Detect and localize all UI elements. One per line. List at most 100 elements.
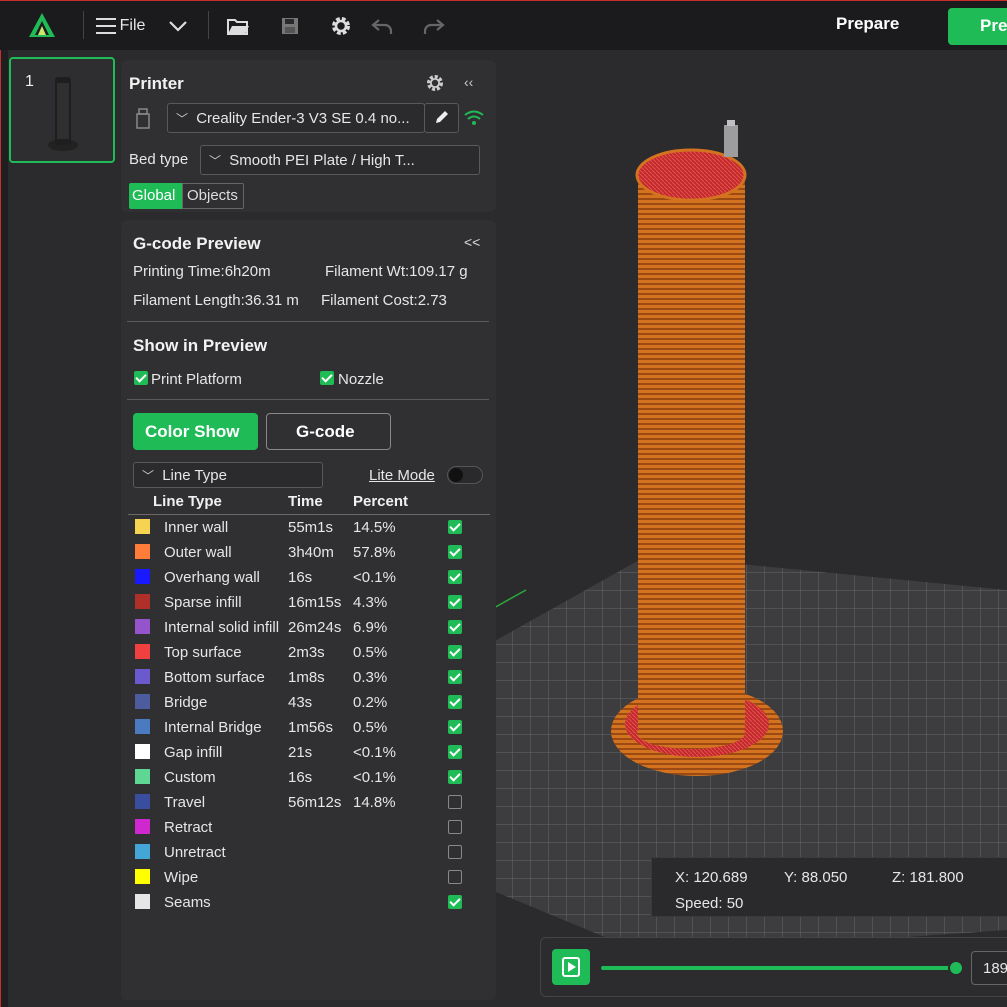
tab-global[interactable]: Global — [129, 183, 182, 209]
line-type-name: Sparse infill — [164, 594, 242, 611]
line-type-percent: 14.5% — [353, 519, 396, 536]
line-type-visible-checkbox[interactable] — [448, 620, 462, 634]
line-type-visible-checkbox[interactable] — [448, 845, 462, 859]
line-type-visible-checkbox[interactable] — [448, 720, 462, 734]
gear-icon — [332, 17, 350, 35]
dropdown-button[interactable] — [163, 11, 193, 41]
color-swatch — [135, 819, 150, 834]
color-swatch — [135, 769, 150, 784]
tab-objects[interactable]: Objects — [182, 183, 244, 209]
column-percent: Percent — [353, 493, 409, 510]
preview-tab[interactable]: Preview — [948, 8, 1007, 45]
line-type-name: Travel — [164, 794, 206, 811]
line-type-visible-checkbox[interactable] — [448, 670, 462, 684]
layer-slider-track[interactable] — [601, 966, 957, 970]
table-row: Custom 16s <0.1% — [128, 765, 490, 790]
color-swatch — [135, 519, 150, 534]
collapse-gcode-icon[interactable]: << — [464, 234, 480, 250]
color-swatch — [135, 794, 150, 809]
line-type-name: Inner wall — [164, 519, 229, 536]
filament-weight: Filament Wt:109.17 g — [325, 263, 468, 280]
settings-button[interactable] — [326, 11, 356, 41]
view-type-select[interactable]: ﹀ Line Type — [133, 462, 323, 488]
nozzle-checkbox[interactable] — [320, 371, 334, 385]
print-platform-label: Print Platform — [151, 371, 242, 388]
line-type-name: Bridge — [164, 694, 208, 711]
left-edge-strip — [0, 50, 8, 1007]
bed-type-select[interactable]: ﹀ Smooth PEI Plate / High T... — [200, 145, 480, 175]
nozzle-tip — [727, 120, 735, 126]
gcode-view-button[interactable]: G-code — [266, 413, 391, 450]
line-type-visible-checkbox[interactable] — [448, 570, 462, 584]
table-row: Seams — [128, 890, 490, 915]
plate-number: 1 — [25, 73, 34, 90]
line-type-visible-checkbox[interactable] — [448, 795, 462, 809]
save-button[interactable] — [276, 11, 304, 41]
table-row: Unretract — [128, 840, 490, 865]
line-type-percent: 0.5% — [353, 644, 388, 661]
table-row: Top surface 2m3s 0.5% — [128, 640, 490, 665]
layer-number-input[interactable]: 189 — [971, 951, 1007, 985]
play-button[interactable] — [552, 949, 590, 985]
plate-preview-icon — [48, 77, 78, 151]
line-type-name: Internal Bridge — [164, 719, 262, 736]
line-type-visible-checkbox[interactable] — [448, 545, 462, 559]
line-type-visible-checkbox[interactable] — [448, 895, 462, 909]
line-type-visible-checkbox[interactable] — [448, 645, 462, 659]
table-row: Bridge 43s 0.2% — [128, 690, 490, 715]
line-type-visible-checkbox[interactable] — [448, 595, 462, 609]
line-type-visible-checkbox[interactable] — [448, 695, 462, 709]
divider — [127, 321, 489, 322]
line-type-time: 55m1s — [288, 519, 334, 536]
file-menu-label: File — [119, 17, 146, 34]
hamburger-icon — [95, 18, 116, 34]
line-type-time: 16m15s — [288, 594, 342, 611]
prepare-tab[interactable]: Prepare — [836, 14, 899, 34]
line-type-visible-checkbox[interactable] — [448, 745, 462, 759]
line-type-rows: Inner wall 55m1s 14.5% Outer wall 3h40m 57.8%… — [128, 515, 490, 915]
chevron-down-icon: ﹀ — [142, 469, 155, 483]
collapse-printer-icon[interactable]: ‹‹ — [464, 74, 473, 90]
print-platform-checkbox[interactable] — [134, 371, 148, 385]
view-type-value: Line Type — [162, 467, 227, 484]
line-type-time: 26m24s — [288, 619, 342, 636]
edit-printer-button[interactable] — [424, 103, 459, 133]
open-project-button[interactable] — [224, 11, 252, 41]
printer-device-icon — [136, 108, 150, 129]
undo-button[interactable] — [368, 11, 396, 41]
model-tower — [638, 175, 745, 735]
model-top-surface — [635, 148, 747, 202]
color-swatch — [135, 569, 150, 584]
printer-settings-icon[interactable] — [424, 72, 446, 94]
z-coordinate: Z: 181.800 — [892, 869, 964, 886]
color-swatch — [135, 719, 150, 734]
line-type-name: Gap infill — [164, 744, 223, 761]
printer-select[interactable]: ﹀ Creality Ender-3 V3 SE 0.4 no... — [167, 103, 425, 133]
bed-type-value: Smooth PEI Plate / High T... — [229, 152, 415, 169]
line-type-visible-checkbox[interactable] — [448, 870, 462, 884]
line-type-name: Internal solid infill — [164, 619, 280, 636]
gcode-preview-title: G-code Preview — [133, 234, 261, 253]
line-type-visible-checkbox[interactable] — [448, 820, 462, 834]
pencil-icon — [436, 111, 448, 123]
line-type-visible-checkbox[interactable] — [448, 770, 462, 784]
color-show-button[interactable]: Color Show — [133, 413, 258, 450]
divider — [127, 399, 489, 400]
line-type-percent: 57.8% — [353, 544, 396, 561]
line-type-time: 1m8s — [288, 669, 325, 686]
file-menu-button[interactable]: File — [92, 11, 148, 41]
printer-panel: Printer ‹‹ ﹀ Creality Ender-3 V3 SE 0.4 … — [121, 60, 496, 212]
table-header: Line Type Time Percent — [128, 491, 490, 515]
layer-slider-handle[interactable] — [948, 960, 964, 976]
line-type-table: Line Type Time Percent Inner wall 55m1s 14… — [128, 491, 490, 915]
line-type-name: Outer wall — [164, 544, 232, 561]
redo-button[interactable] — [420, 11, 448, 41]
line-type-visible-checkbox[interactable] — [448, 520, 462, 534]
table-row: Bottom surface 1m8s 0.3% — [128, 665, 490, 690]
table-row: Travel 56m12s 14.8% — [128, 790, 490, 815]
plate-thumbnail[interactable]: 1 — [9, 57, 115, 163]
line-type-time: 43s — [288, 694, 313, 711]
lite-mode-toggle[interactable] — [447, 466, 483, 484]
color-swatch — [135, 644, 150, 659]
x-coordinate: X: 120.689 — [675, 869, 748, 886]
